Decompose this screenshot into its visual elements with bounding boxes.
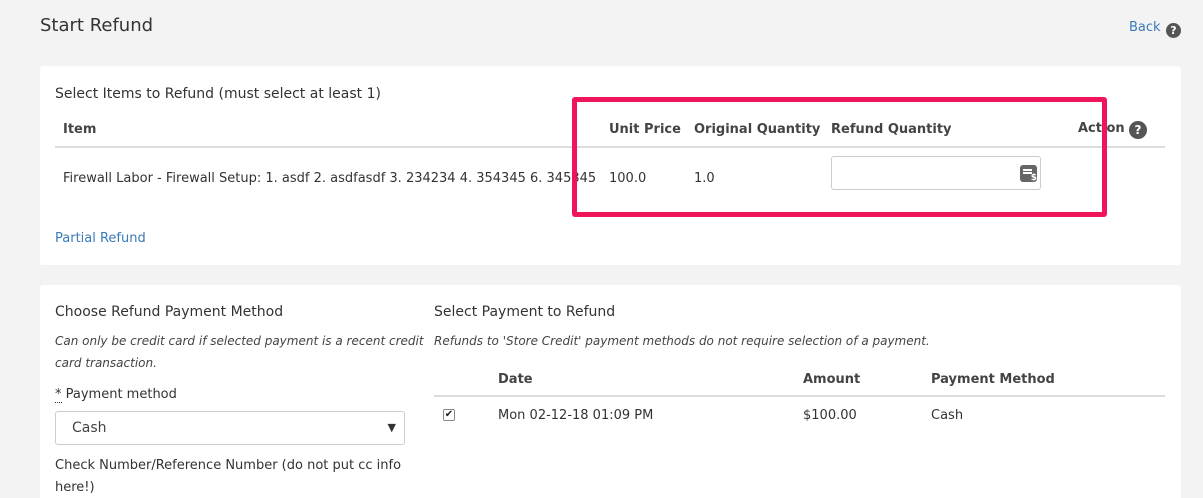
column-header-item: Item <box>63 122 97 137</box>
payment-date-value: Mon 02-12-18 01:09 PM <box>498 408 654 423</box>
payment-select-note: Refunds to 'Store Credit' payment method… <box>434 334 930 348</box>
payment-amount-value: $100.00 <box>803 408 857 423</box>
chevron-down-icon: ▼ <box>387 421 396 434</box>
payment-method-value: Cash <box>931 408 964 423</box>
item-description: Firewall Labor - Firewall Setup: 1. asdf… <box>63 171 597 186</box>
column-header-payment-method: Payment Method <box>931 372 1055 387</box>
payment-card: Choose Refund Payment Method Can only be… <box>40 285 1181 498</box>
checkmark-icon: ✔ <box>444 409 454 420</box>
action-help-icon[interactable]: ? <box>1129 121 1147 139</box>
payment-select-section-title: Select Payment to Refund <box>434 304 616 320</box>
help-icon[interactable]: ? <box>1166 23 1181 38</box>
check-number-label-line2: here!) <box>55 480 95 495</box>
back-link[interactable]: Back <box>1129 20 1161 35</box>
payment-method-label: * Payment method <box>55 387 177 403</box>
payment-method-note-line2: card transaction. <box>55 356 157 370</box>
check-number-label-line1: Check Number/Reference Number (do not pu… <box>55 458 402 473</box>
payment-select-checkbox[interactable]: ✔ <box>443 409 455 421</box>
required-mark: * <box>55 387 62 403</box>
payment-method-select[interactable]: Cash ▼ <box>55 411 405 445</box>
column-header-amount: Amount <box>803 372 861 387</box>
payment-method-selected-value: Cash <box>72 420 107 436</box>
payment-table-divider <box>434 395 1165 397</box>
payment-method-label-text: Payment method <box>65 387 177 402</box>
partial-refund-link[interactable]: Partial Refund <box>55 231 146 246</box>
items-section-title: Select Items to Refund (must select at l… <box>55 86 381 102</box>
page-title: Start Refund <box>40 15 154 36</box>
highlight-annotation-box <box>572 97 1107 217</box>
payment-method-section-title: Choose Refund Payment Method <box>55 304 284 320</box>
column-header-date: Date <box>498 372 533 387</box>
payment-method-note-line1: Can only be credit card if selected paym… <box>55 334 424 348</box>
